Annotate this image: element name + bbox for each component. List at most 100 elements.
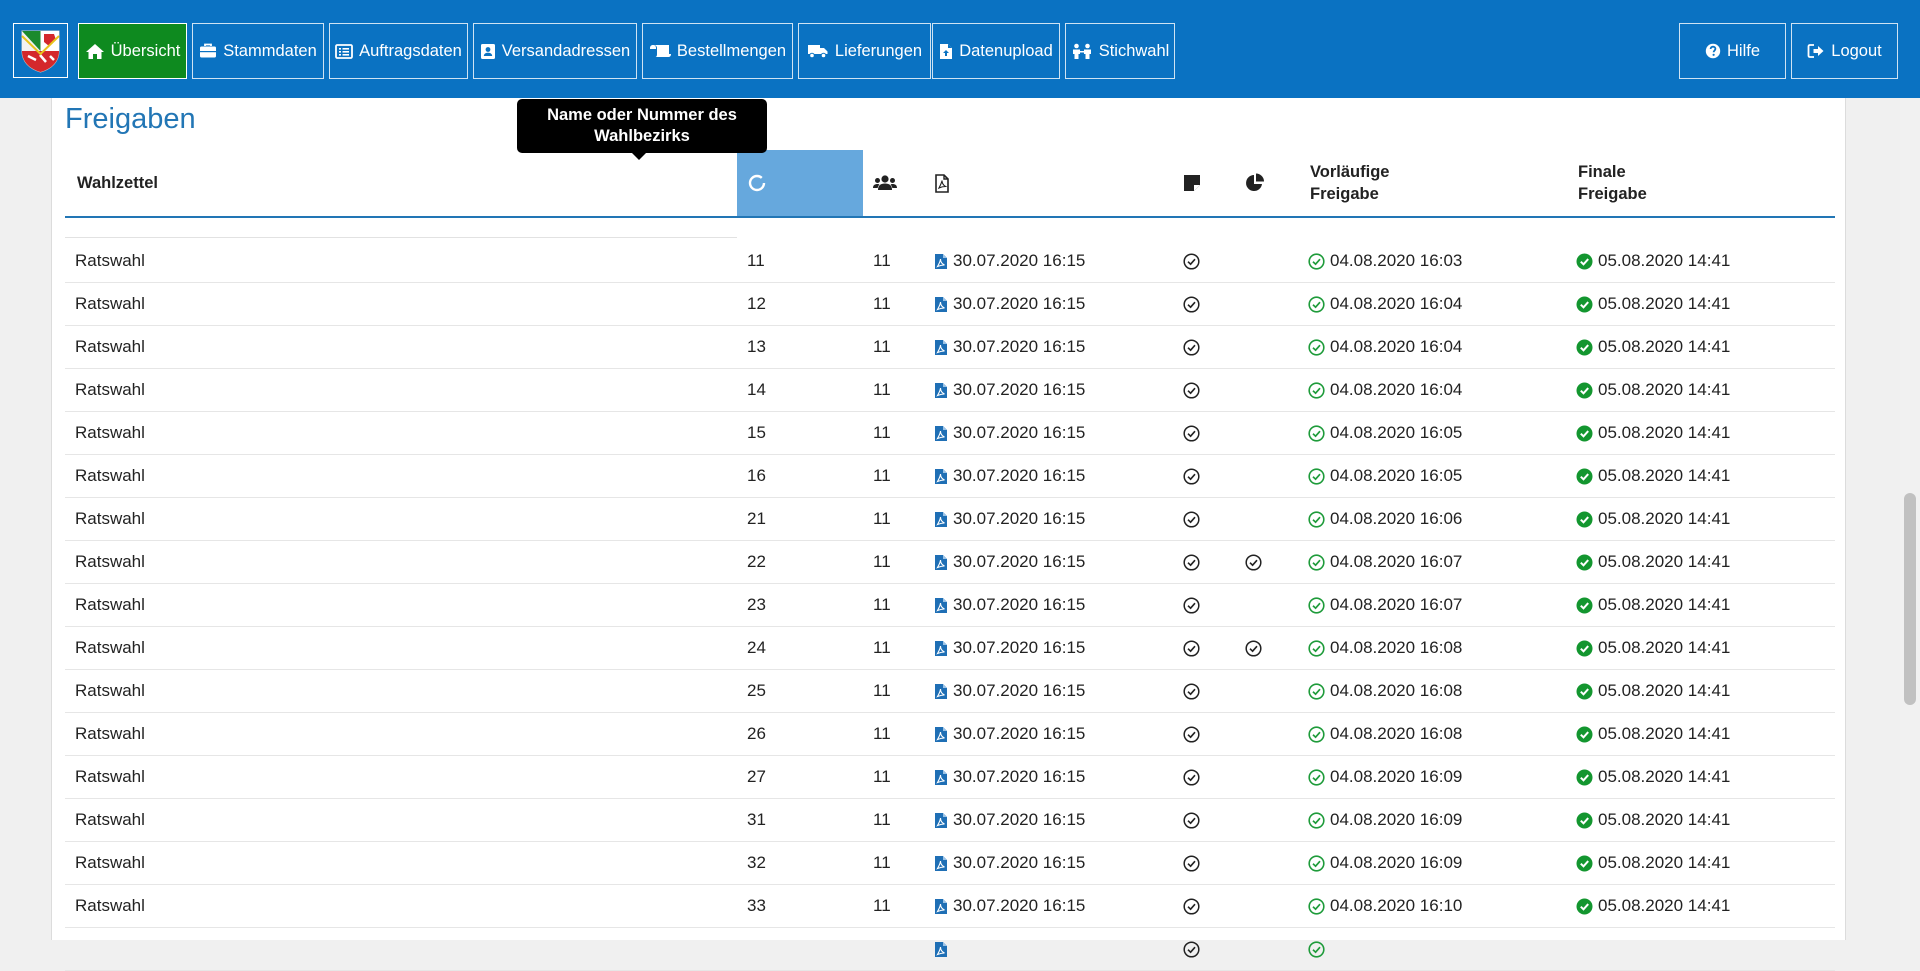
table-row[interactable]: Ratswahl 32 11 30.07.2020 16:15 04.08.2020 1… [65, 842, 1835, 885]
table-row[interactable]: Ratswahl 12 11 30.07.2020 16:15 04.08.2020 1… [65, 283, 1835, 326]
cell-pdf[interactable]: 30.07.2020 16:15 [934, 455, 1085, 497]
file-pdf-icon[interactable] [934, 554, 948, 571]
pdf-date[interactable]: 30.07.2020 16:15 [953, 638, 1085, 658]
pdf-date[interactable]: 30.07.2020 16:15 [953, 380, 1085, 400]
table-row[interactable]: Ratswahl 15 11 30.07.2020 16:15 04.08.2020 1… [65, 412, 1835, 455]
nav-stammdaten-button[interactable]: Stammdaten [192, 23, 324, 79]
pdf-date[interactable]: 30.07.2020 16:15 [953, 337, 1085, 357]
file-pdf-icon[interactable] [934, 511, 948, 528]
file-pdf-icon[interactable] [934, 425, 948, 442]
cell-pdf[interactable]: 30.07.2020 16:15 [934, 541, 1085, 583]
cell-note [1183, 412, 1200, 454]
file-pdf-icon[interactable] [934, 640, 948, 657]
nav-stichwahl-button[interactable]: Stichwahl [1065, 23, 1175, 79]
cell-pdf[interactable]: 30.07.2020 16:15 [934, 713, 1085, 755]
cell-pdf[interactable]: 30.07.2020 16:15 [934, 670, 1085, 712]
header-pdf[interactable] [934, 150, 974, 216]
file-pdf-icon[interactable] [934, 339, 948, 356]
table-row[interactable]: Ratswahl 31 11 30.07.2020 16:15 04.08.2020 1… [65, 799, 1835, 842]
check-circle-outline-icon [1308, 338, 1325, 356]
pdf-date[interactable]: 30.07.2020 16:15 [953, 810, 1085, 830]
file-pdf-icon[interactable] [934, 855, 948, 872]
cell-pdf[interactable]: 30.07.2020 16:15 [934, 326, 1085, 368]
header-wahlzettel[interactable]: Wahlzettel [77, 150, 158, 216]
nav-versandadressen-button[interactable]: Versandadressen [473, 23, 637, 79]
table-row[interactable]: Ratswahl 25 11 30.07.2020 16:15 04.08.2020 1… [65, 670, 1835, 713]
table-row[interactable]: Ratswahl 23 11 30.07.2020 16:15 04.08.2020 1… [65, 584, 1835, 627]
hilfe-button[interactable]: Hilfe [1679, 23, 1786, 79]
nav-auftragsdaten-button[interactable]: Auftragsdaten [329, 23, 468, 79]
scrollbar-thumb[interactable] [1904, 493, 1916, 705]
cell-pdf[interactable]: 30.07.2020 16:15 [934, 885, 1085, 927]
file-pdf-icon[interactable] [934, 296, 948, 313]
file-pdf-icon[interactable] [934, 898, 948, 915]
cell-vorlaeufige-freigabe: 04.08.2020 16:09 [1308, 799, 1462, 841]
pdf-date[interactable]: 30.07.2020 16:15 [953, 595, 1085, 615]
table-row[interactable]: Ratswahl 16 11 30.07.2020 16:15 04.08.2020 1… [65, 455, 1835, 498]
header-users[interactable] [873, 150, 913, 216]
pdf-date[interactable]: 30.07.2020 16:15 [953, 853, 1085, 873]
header-wahlbezirk-sort[interactable] [737, 150, 863, 216]
file-pdf-icon[interactable] [934, 726, 948, 743]
file-pdf-icon[interactable] [934, 812, 948, 829]
table-row[interactable]: Ratswahl 22 11 30.07.2020 16:15 04.08.2020 1… [65, 541, 1835, 584]
pdf-date[interactable]: 30.07.2020 16:15 [953, 423, 1085, 443]
pdf-date[interactable]: 30.07.2020 16:15 [953, 767, 1085, 787]
vorlaeufig-date: 04.08.2020 16:06 [1330, 509, 1463, 528]
pdf-date[interactable]: 30.07.2020 16:15 [953, 724, 1085, 744]
table-row[interactable]: Ratswahl 24 11 30.07.2020 16:15 04.08.2020 1… [65, 627, 1835, 670]
cell-pdf[interactable]: 30.07.2020 16:15 [934, 799, 1085, 841]
nav-übersicht-button[interactable]: Übersicht [78, 23, 187, 79]
pdf-date[interactable]: 30.07.2020 16:15 [953, 466, 1085, 486]
final-date: 05.08.2020 14:41 [1598, 380, 1731, 399]
cell-pdf[interactable]: 30.07.2020 16:15 [934, 842, 1085, 884]
file-pdf-icon[interactable] [934, 253, 948, 270]
pdf-date[interactable]: 30.07.2020 16:15 [953, 681, 1085, 701]
cell-pdf[interactable]: 30.07.2020 16:15 [934, 240, 1085, 282]
file-pdf-icon[interactable] [934, 941, 948, 958]
nav-bestellmengen-button[interactable]: Bestellmengen [642, 23, 793, 79]
cell-pdf[interactable]: 30.07.2020 16:15 [934, 627, 1085, 669]
header-finale-freigabe[interactable]: Finale Freigabe [1578, 150, 1778, 216]
table-row[interactable]: Ratswahl 11 11 30.07.2020 16:15 04.08.2020 1… [65, 240, 1835, 283]
table-row[interactable]: Ratswahl 26 11 30.07.2020 16:15 04.08.2020 1… [65, 713, 1835, 756]
cell-pdf[interactable]: 30.07.2020 16:15 [934, 498, 1085, 540]
table-row[interactable]: Ratswahl 14 11 30.07.2020 16:15 04.08.2020 1… [65, 369, 1835, 412]
pdf-date[interactable]: 30.07.2020 16:15 [953, 552, 1085, 572]
file-pdf-icon[interactable] [934, 769, 948, 786]
cell-pdf[interactable]: 30.07.2020 16:15 [934, 584, 1085, 626]
page-scrollbar[interactable] [1900, 0, 1920, 940]
header-note[interactable] [1183, 150, 1223, 216]
table-row[interactable]: Ratswahl 13 11 30.07.2020 16:15 04.08.2020 1… [65, 326, 1835, 369]
logout-button[interactable]: Logout [1791, 23, 1898, 79]
table-row[interactable]: Ratswahl 33 11 30.07.2020 16:15 04.08.2020 1… [65, 885, 1835, 928]
file-pdf-icon[interactable] [934, 597, 948, 614]
pdf-date[interactable]: 30.07.2020 16:15 [953, 294, 1085, 314]
cell-pdf[interactable]: 30.07.2020 16:15 [934, 283, 1085, 325]
pdf-date[interactable]: 30.07.2020 16:15 [953, 251, 1085, 271]
cell-pdf[interactable]: 30.07.2020 16:15 [934, 756, 1085, 798]
file-pdf-icon[interactable] [934, 468, 948, 485]
check-circle-outline-icon [1308, 940, 1325, 958]
table-row[interactable]: Ratswahl 27 11 30.07.2020 16:15 04.08.2020 1… [65, 756, 1835, 799]
nav-lieferungen-button[interactable]: Lieferungen [798, 23, 931, 79]
cell-pdf[interactable] [934, 928, 953, 970]
cell-vorlaeufige-freigabe: 04.08.2020 16:07 [1308, 584, 1462, 626]
nav-datenupload-button[interactable]: Datenupload [932, 23, 1060, 79]
table-row[interactable] [65, 928, 1835, 971]
header-chart[interactable] [1245, 150, 1285, 216]
file-pdf-icon[interactable] [934, 683, 948, 700]
cell-wahlzettel-count: 11 [873, 767, 891, 786]
cell-finale-freigabe: 05.08.2020 14:41 [1576, 240, 1730, 282]
pdf-date[interactable]: 30.07.2020 16:15 [953, 896, 1085, 916]
cell-pdf[interactable]: 30.07.2020 16:15 [934, 369, 1085, 411]
cell-pdf[interactable]: 30.07.2020 16:15 [934, 412, 1085, 454]
pdf-date[interactable]: 30.07.2020 16:15 [953, 509, 1085, 529]
header-vorlaeufige-freigabe[interactable]: Vorläufige Freigabe [1310, 150, 1510, 216]
table-row[interactable]: Ratswahl 21 11 30.07.2020 16:15 04.08.2020 1… [65, 498, 1835, 541]
nrw-logo[interactable] [13, 23, 68, 78]
address-card-icon [480, 43, 496, 60]
cell-wahlzettel-count: 11 [873, 251, 891, 270]
file-pdf-icon[interactable] [934, 382, 948, 399]
cell-wahlzettel-count: 11 [873, 509, 891, 528]
